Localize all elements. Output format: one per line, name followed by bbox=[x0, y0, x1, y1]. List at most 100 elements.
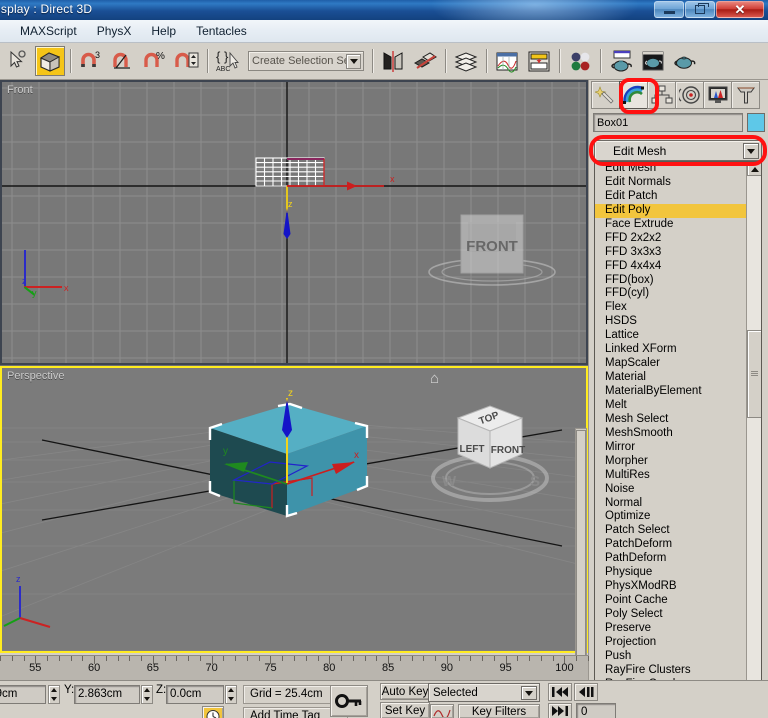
auto-key-button[interactable]: Auto Key bbox=[380, 683, 430, 700]
menu-item-physx[interactable]: PhysX bbox=[87, 22, 142, 40]
modifier-list-item[interactable]: MaterialByElement bbox=[595, 385, 746, 399]
modifier-list-item[interactable]: FFD 2x2x2 bbox=[595, 232, 746, 246]
chevron-down-icon[interactable] bbox=[521, 686, 537, 700]
spinner-snap-toggle-button[interactable] bbox=[172, 46, 202, 76]
x-coordinate-field[interactable]: .59cm bbox=[0, 685, 46, 704]
previous-frame-button[interactable] bbox=[574, 683, 598, 701]
modifier-list-item[interactable]: Lattice bbox=[595, 329, 746, 343]
modifier-list-item[interactable]: Material bbox=[595, 371, 746, 385]
modifier-list-item[interactable]: FFD 3x3x3 bbox=[595, 246, 746, 260]
timeline-tick bbox=[23, 656, 25, 661]
modifier-list-item[interactable]: Poly Select bbox=[595, 608, 746, 622]
chevron-down-icon[interactable] bbox=[346, 54, 361, 69]
modifier-list-item[interactable]: Point Cache bbox=[595, 594, 746, 608]
go-to-start-button[interactable] bbox=[548, 683, 572, 701]
modifier-list-item[interactable]: Normal bbox=[595, 497, 746, 511]
key-filters-button[interactable]: Key Filters bbox=[458, 704, 540, 718]
timeline-ruler[interactable]: 55 60 65 70 75 80 85 90 95 100 bbox=[0, 655, 589, 680]
svg-text:x: x bbox=[390, 174, 395, 184]
modifier-list-item[interactable]: Optimize bbox=[595, 510, 746, 524]
curve-editor-button[interactable] bbox=[492, 46, 522, 76]
mirror-button[interactable] bbox=[378, 46, 408, 76]
hierarchy-tab[interactable] bbox=[647, 81, 676, 109]
z-coordinate-field[interactable]: 0.0cm bbox=[166, 685, 224, 704]
y-spinner[interactable] bbox=[141, 685, 153, 704]
utilities-tab[interactable] bbox=[731, 81, 760, 109]
modifier-list-item[interactable]: Edit Patch bbox=[595, 190, 746, 204]
object-color-swatch[interactable] bbox=[747, 113, 765, 132]
modifier-list-item[interactable]: FFD(box) bbox=[595, 274, 746, 288]
modifier-list-combo[interactable]: Edit Mesh bbox=[594, 140, 762, 161]
menu-item-tentacles[interactable]: Tentacles bbox=[186, 22, 257, 40]
minimize-button[interactable] bbox=[654, 1, 684, 18]
modifier-list-item[interactable]: FFD(cyl) bbox=[595, 287, 746, 301]
modifier-list-item[interactable]: Linked XForm bbox=[595, 343, 746, 357]
modifier-list-item[interactable]: Flex bbox=[595, 301, 746, 315]
chevron-down-icon[interactable] bbox=[743, 143, 759, 159]
modifier-list-item[interactable]: HSDS bbox=[595, 315, 746, 329]
modifier-list-item[interactable]: Preserve bbox=[595, 622, 746, 636]
motion-tab[interactable] bbox=[675, 81, 704, 109]
y-coordinate-field[interactable]: 2.863cm bbox=[74, 685, 140, 704]
scroll-up-button[interactable] bbox=[747, 162, 761, 176]
modifier-list-item[interactable]: Morpher bbox=[595, 455, 746, 469]
modifier-list-item[interactable]: Patch Select bbox=[595, 524, 746, 538]
x-spinner[interactable] bbox=[48, 685, 60, 704]
select-and-move-button[interactable] bbox=[35, 46, 65, 76]
snap-toggle-button[interactable]: 3 bbox=[76, 46, 106, 76]
go-to-end-button[interactable] bbox=[548, 703, 572, 718]
schematic-view-button[interactable] bbox=[524, 46, 554, 76]
animation-curve-button[interactable] bbox=[430, 704, 454, 718]
display-tab[interactable] bbox=[703, 81, 732, 109]
modifier-list-item[interactable]: RayFire Clusters bbox=[595, 664, 746, 678]
modifier-list-item[interactable]: Edit Poly bbox=[595, 203, 746, 218]
key-filter-selection-combo[interactable]: Selected bbox=[428, 683, 540, 702]
modifier-list-item[interactable]: Edit Mesh bbox=[595, 162, 746, 176]
object-name-input[interactable] bbox=[593, 113, 743, 132]
set-key-mode-button[interactable] bbox=[330, 685, 368, 717]
named-selection-sets-button[interactable]: { } ABC bbox=[213, 46, 243, 76]
select-object-button[interactable] bbox=[3, 46, 33, 76]
modifier-list-item[interactable]: MultiRes bbox=[595, 469, 746, 483]
home-icon[interactable]: ⌂ bbox=[430, 370, 439, 387]
modifier-list-item[interactable]: Physique bbox=[595, 566, 746, 580]
angle-snap-toggle-button[interactable] bbox=[108, 46, 138, 76]
modifier-list-item[interactable]: PatchDeform bbox=[595, 538, 746, 552]
set-key-button[interactable]: Set Key bbox=[380, 702, 430, 718]
modifier-list-item[interactable]: Projection bbox=[595, 636, 746, 650]
menu-item-maxscript[interactable]: MAXScript bbox=[10, 22, 87, 40]
modifier-list-item[interactable]: PhysXModRB bbox=[595, 580, 746, 594]
front-viewport[interactable]: Front z x FRONT z x y bbox=[0, 80, 588, 365]
current-frame-field[interactable]: 0 bbox=[576, 703, 616, 718]
modifier-list-item[interactable]: Mirror bbox=[595, 441, 746, 455]
create-selection-set-combo[interactable]: Create Selection Set bbox=[248, 51, 364, 71]
render-setup-button[interactable] bbox=[606, 46, 636, 76]
render-production-button[interactable] bbox=[670, 46, 700, 76]
percent-snap-toggle-button[interactable]: % bbox=[140, 46, 170, 76]
z-spinner[interactable] bbox=[225, 685, 237, 704]
layer-manager-button[interactable] bbox=[451, 46, 481, 76]
rendered-frame-window-button[interactable] bbox=[638, 46, 668, 76]
scroll-thumb[interactable] bbox=[747, 330, 761, 418]
modify-tab[interactable] bbox=[619, 81, 648, 109]
restore-button[interactable] bbox=[685, 1, 715, 18]
modifier-list-item[interactable]: Noise bbox=[595, 483, 746, 497]
modifier-list-item[interactable]: Edit Normals bbox=[595, 176, 746, 190]
modifier-list-scrollbar[interactable] bbox=[746, 162, 761, 718]
modifier-list-item[interactable]: FFD 4x4x4 bbox=[595, 260, 746, 274]
modifier-list-item[interactable]: Face Extrude bbox=[595, 218, 746, 232]
modifier-list-item[interactable]: Mesh Select bbox=[595, 413, 746, 427]
material-editor-button[interactable] bbox=[565, 46, 595, 76]
modifier-list-item[interactable]: MeshSmooth bbox=[595, 427, 746, 441]
modifier-dropdown-list[interactable]: Edit Mesh Edit Normals Edit Patch Edit Poly… bbox=[594, 161, 762, 718]
align-button[interactable] bbox=[410, 46, 440, 76]
modifier-list-item[interactable]: MapScaler bbox=[595, 357, 746, 371]
close-button[interactable]: ✕ bbox=[716, 1, 764, 18]
menu-item-help[interactable]: Help bbox=[141, 22, 186, 40]
modifier-list-item[interactable]: PathDeform bbox=[595, 552, 746, 566]
time-tag-clock-button[interactable] bbox=[202, 706, 224, 718]
create-tab[interactable] bbox=[591, 81, 620, 109]
modifier-list-item[interactable]: Melt bbox=[595, 399, 746, 413]
modifier-list-item[interactable]: Push bbox=[595, 650, 746, 664]
perspective-viewport[interactable]: Perspective z x y W S TOP LEFT FRONT z ⌂ bbox=[0, 366, 588, 653]
